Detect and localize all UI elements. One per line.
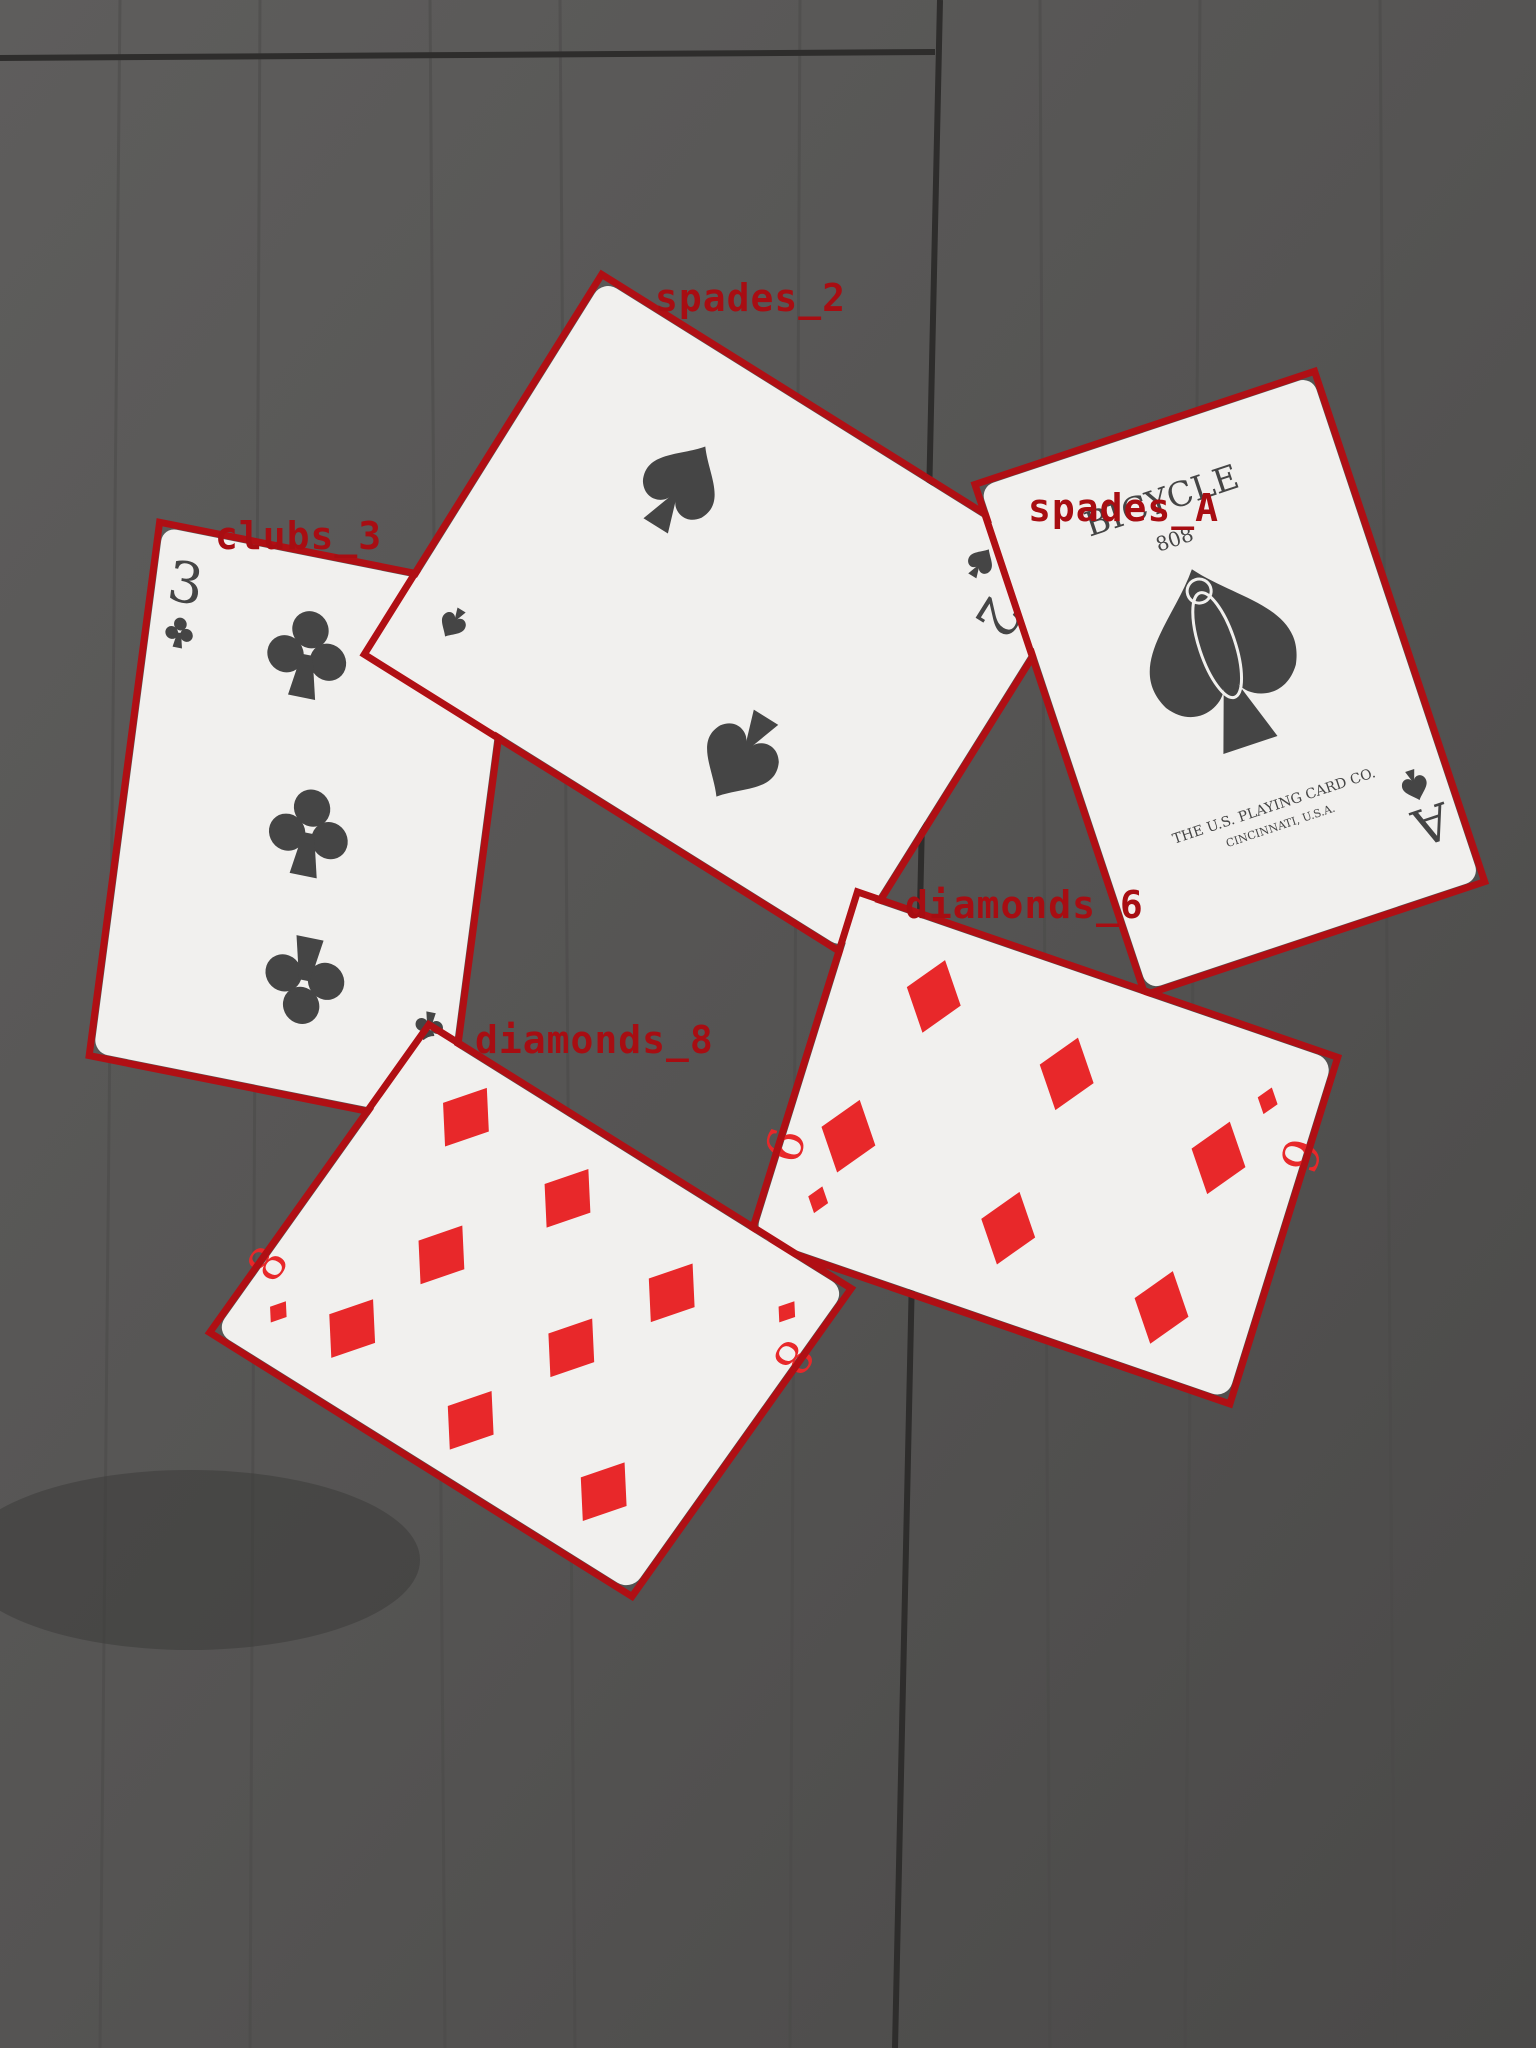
detection-label-spades-a: spades_A [1028, 486, 1219, 530]
detection-label-diamonds-8: diamonds_8 [475, 1018, 714, 1062]
detection-label-spades-2: spades_2 [655, 276, 846, 320]
photo-scene: 3 3 2 BICYCLE 808 THE U.S. PLAYING CARD … [0, 0, 1536, 2048]
detection-label-clubs-3: clubs_3 [215, 514, 382, 558]
detection-label-diamonds-6: diamonds_6 [905, 883, 1144, 927]
